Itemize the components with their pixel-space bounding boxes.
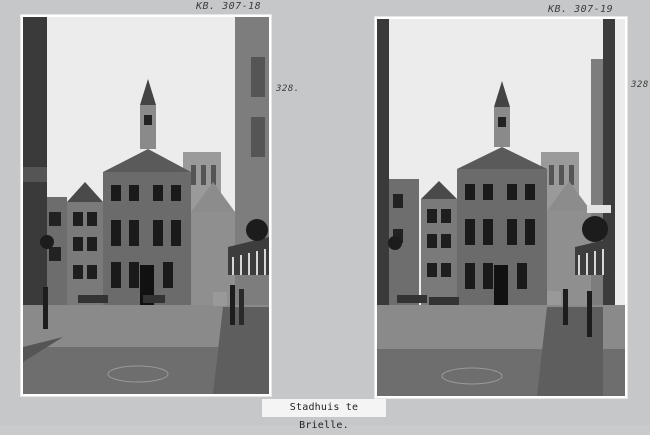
photo-id-label-right: KB. 307-19 [548,4,614,15]
side-number-right: 328 [631,80,649,90]
photo-left [21,15,271,396]
photo-id-label-left: KB. 307-18 [196,1,262,12]
street-scene-right [377,19,625,396]
photo-card: KB. 307-18 328. KB. 307-19 328 Stadhuis … [0,0,650,431]
side-number-left: 328. [276,84,300,94]
photo-right [375,17,627,398]
street-scene-left [23,17,269,394]
photo-caption: Stadhuis te Brielle. [262,399,386,431]
